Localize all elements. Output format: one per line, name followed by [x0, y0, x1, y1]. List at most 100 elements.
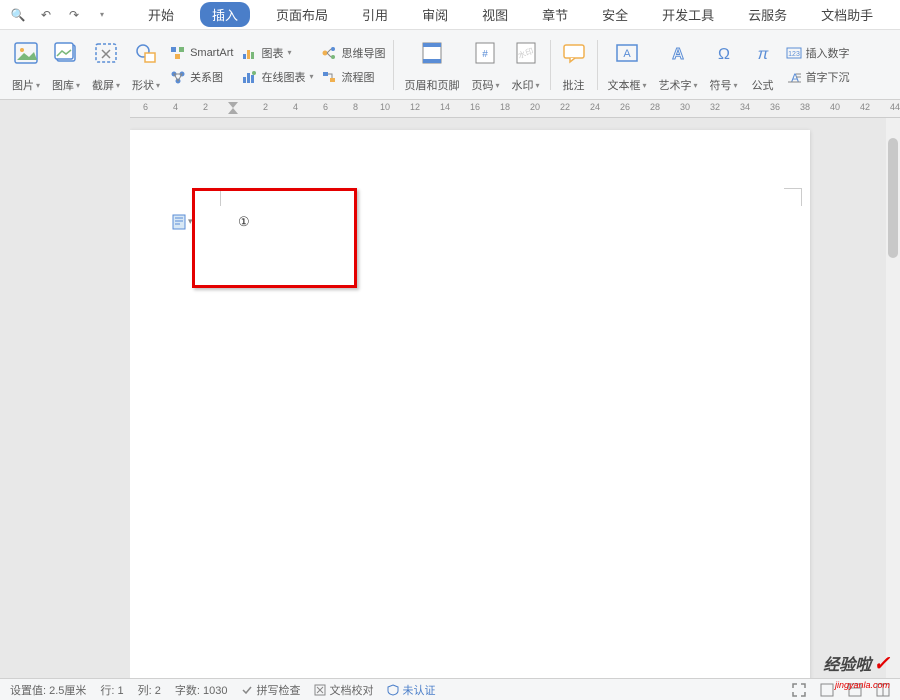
picture-icon	[13, 40, 39, 66]
wordart-button[interactable]: A 艺术字▾	[653, 34, 704, 95]
wordart-label: 艺术字▾	[659, 77, 698, 93]
spellcheck-icon	[241, 684, 253, 696]
qat-more-icon[interactable]: ▾	[92, 5, 112, 25]
status-unverified[interactable]: 未认证	[387, 682, 435, 698]
textbox-label: 文本框▾	[608, 77, 647, 93]
status-wordcount[interactable]: 字数: 1030	[175, 682, 228, 698]
equation-button[interactable]: π 公式	[744, 34, 782, 95]
svg-text:A: A	[623, 48, 631, 60]
highlight-box	[192, 188, 357, 288]
left-gutter	[0, 100, 130, 678]
shapes-label: 形状▾	[132, 77, 160, 93]
insert-number-icon: 123	[786, 46, 802, 60]
svg-text:#: #	[483, 49, 489, 60]
redo-icon[interactable]: ↷	[64, 5, 84, 25]
status-col[interactable]: 列: 2	[138, 682, 161, 698]
title-bar: 🔍 ↶ ↷ ▾ 开始 插入 页面布局 引用 审阅 视图 章节 安全 开发工具 云…	[0, 0, 900, 30]
symbol-button[interactable]: Ω 符号▾	[704, 34, 744, 95]
tab-dochelper[interactable]: 文档助手	[813, 2, 881, 27]
tab-references[interactable]: 引用	[354, 2, 396, 27]
page-number-label: 页码▾	[471, 77, 499, 93]
tab-insert[interactable]: 插入	[200, 2, 250, 27]
dropcap-icon: A	[786, 70, 802, 84]
tab-bar: 开始 插入 页面布局 引用 审阅 视图 章节 安全 开发工具 云服务 文档助手	[120, 2, 881, 27]
relation-button[interactable]: 关系图	[170, 66, 233, 88]
watermark-url: jingyanla.com	[835, 680, 890, 690]
insert-number-button[interactable]: 123插入数字	[786, 42, 850, 64]
shapes-button[interactable]: 形状▾	[126, 34, 166, 95]
undo-icon[interactable]: ↶	[36, 5, 56, 25]
scrollbar-thumb[interactable]	[888, 138, 898, 258]
workspace: 6 4 2 2 4 6 8 10 12 14 16 18 20 22 24 26…	[0, 100, 900, 678]
status-bar: 设置值: 2.5厘米 行: 1 列: 2 字数: 1030 拼写检查 文档校对 …	[0, 678, 900, 700]
svg-text:123: 123	[788, 51, 800, 58]
svg-text:π: π	[757, 46, 768, 63]
equation-icon: π	[750, 40, 776, 66]
comment-icon	[561, 40, 587, 66]
tab-start[interactable]: 开始	[140, 2, 182, 27]
mindmap-button[interactable]: 思维导图	[321, 42, 385, 64]
watermark-icon: 水印	[513, 40, 539, 66]
tab-devtools[interactable]: 开发工具	[654, 2, 722, 27]
picture-button[interactable]: 图片▾	[6, 34, 46, 95]
textbox-icon: A	[614, 40, 640, 66]
screenshot-icon	[93, 40, 119, 66]
tab-cloud[interactable]: 云服务	[740, 2, 795, 27]
paragraph-marker-icon	[172, 214, 186, 230]
svg-text:Ω: Ω	[718, 46, 730, 63]
status-spellcheck[interactable]: 拼写检查	[241, 682, 300, 698]
fullscreen-icon[interactable]	[792, 683, 806, 697]
tab-section[interactable]: 章节	[534, 2, 576, 27]
gallery-button[interactable]: 图库▾	[46, 34, 86, 95]
flowchart-icon	[321, 70, 337, 84]
header-footer-label: 页眉和页脚	[404, 77, 459, 93]
textbox-button[interactable]: A 文本框▾	[602, 34, 653, 95]
shield-icon	[387, 684, 399, 696]
comment-button[interactable]: 批注	[555, 34, 593, 95]
tab-review[interactable]: 审阅	[414, 2, 456, 27]
mindmap-icon	[321, 46, 337, 60]
online-chart-button[interactable]: 在线图表▾	[241, 66, 313, 88]
tab-security[interactable]: 安全	[594, 2, 636, 27]
tab-view[interactable]: 视图	[474, 2, 516, 27]
margin-corner-tr	[784, 188, 802, 206]
dropcap-button[interactable]: A首字下沉	[786, 66, 850, 88]
status-setvalue[interactable]: 设置值: 2.5厘米	[10, 682, 86, 698]
watermark-label: 水印▾	[512, 77, 540, 93]
status-proofread[interactable]: 文档校对	[314, 682, 373, 698]
ribbon: 图片▾ 图库▾ 截屏▾ 形状▾ SmartArt 关系图 图表▾ 在线图表▾ 思…	[0, 30, 900, 100]
header-footer-button[interactable]: 页眉和页脚	[398, 34, 465, 95]
symbol-icon: Ω	[711, 40, 737, 66]
screenshot-button[interactable]: 截屏▾	[86, 34, 126, 95]
flowchart-button[interactable]: 流程图	[321, 66, 385, 88]
chart-icon	[241, 46, 257, 60]
page-number-button[interactable]: # 页码▾	[465, 34, 505, 95]
screenshot-label: 截屏▾	[92, 77, 120, 93]
watermark-button[interactable]: 水印 水印▾	[506, 34, 546, 95]
watermark-logo: 经验啦 ✓	[823, 651, 890, 676]
relation-icon	[170, 70, 186, 84]
smartart-button[interactable]: SmartArt	[170, 42, 233, 64]
proofread-icon	[314, 684, 326, 696]
horizontal-ruler[interactable]: 6 4 2 2 4 6 8 10 12 14 16 18 20 22 24 26…	[130, 100, 900, 118]
content-text: ①	[238, 214, 250, 230]
view-mode-1-icon[interactable]	[820, 683, 834, 697]
smartart-icon	[170, 46, 186, 60]
page-number-icon: #	[472, 40, 498, 66]
header-footer-icon	[419, 40, 445, 66]
online-chart-icon	[241, 70, 257, 84]
picture-label: 图片▾	[12, 77, 40, 93]
vertical-scrollbar[interactable]	[886, 118, 900, 678]
tab-layout[interactable]: 页面布局	[268, 2, 336, 27]
gallery-label: 图库▾	[52, 77, 80, 93]
symbol-label: 符号▾	[710, 77, 738, 93]
shapes-icon	[133, 40, 159, 66]
status-line[interactable]: 行: 1	[100, 682, 123, 698]
document-area: 6 4 2 2 4 6 8 10 12 14 16 18 20 22 24 26…	[130, 100, 900, 678]
chart-button[interactable]: 图表▾	[241, 42, 313, 64]
indent-marker-icon[interactable]	[228, 100, 238, 116]
equation-label: 公式	[752, 77, 774, 93]
comment-label: 批注	[563, 77, 585, 93]
document-page[interactable]: ▾ ①	[130, 130, 810, 678]
search-icon[interactable]: 🔍	[8, 5, 28, 25]
